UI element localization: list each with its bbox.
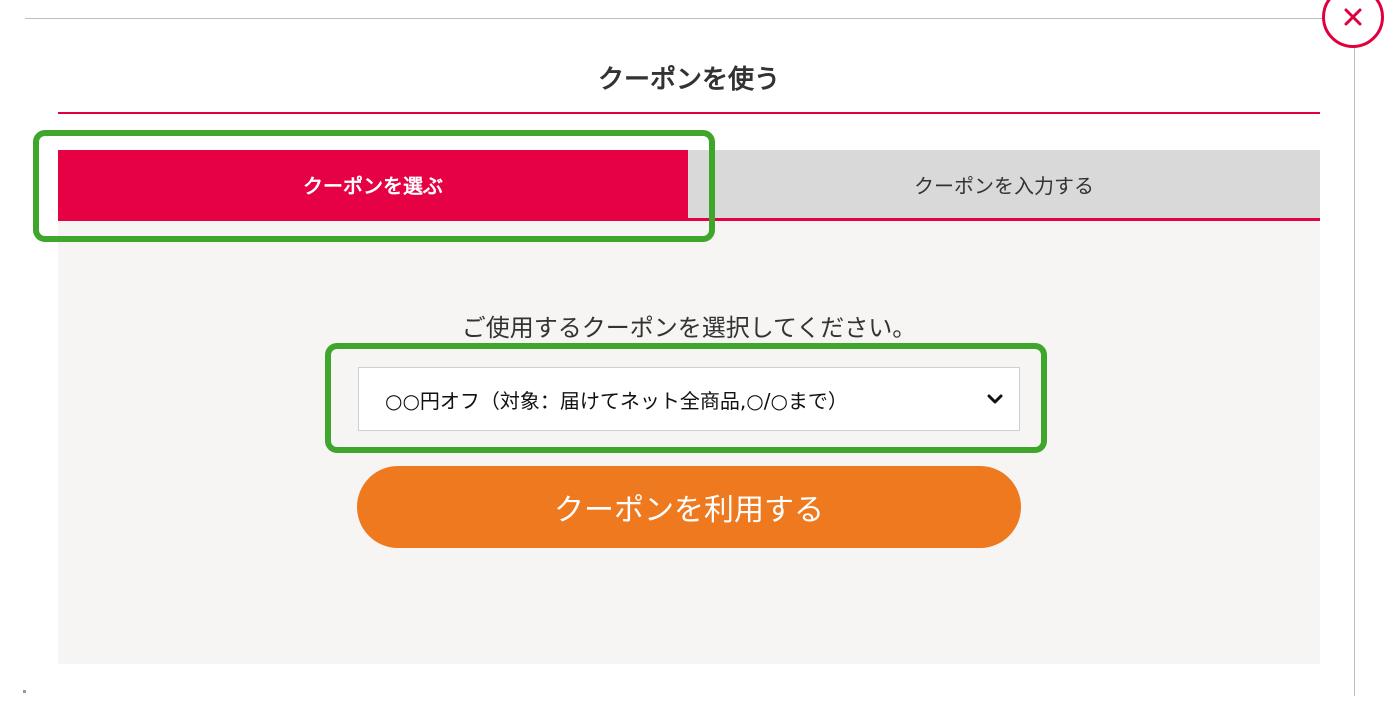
modal-title: クーポンを使う	[597, 65, 780, 95]
tab-select-coupon[interactable]: クーポンを選ぶ	[58, 150, 688, 218]
tab-bar: クーポンを選ぶ クーポンを入力する	[58, 150, 1320, 222]
coupon-select-value: ○○円オフ（対象：届けてネット全商品,○/○まで）	[385, 388, 848, 413]
close-button[interactable]	[1322, 0, 1384, 48]
chevron-down-icon	[985, 389, 1005, 409]
coupon-select[interactable]: ○○円オフ（対象：届けてネット全商品,○/○まで）	[358, 367, 1020, 431]
coupon-panel: ご使用するクーポンを選択してください。 ○○円オフ（対象：届けてネット全商品,○…	[58, 221, 1320, 664]
close-button-wrapper	[1322, 0, 1400, 48]
close-icon	[1344, 8, 1362, 26]
tab-enter-coupon[interactable]: クーポンを入力する	[688, 150, 1320, 218]
corner-mark	[23, 690, 26, 693]
title-divider	[58, 112, 1320, 114]
page: クーポンを使う クーポンを選ぶ クーポンを入力する ご使用するクーポンを選択して…	[0, 0, 1400, 719]
instruction-text: ご使用するクーポンを選択してください。	[461, 314, 917, 342]
use-coupon-button[interactable]: クーポンを利用する	[357, 466, 1021, 548]
